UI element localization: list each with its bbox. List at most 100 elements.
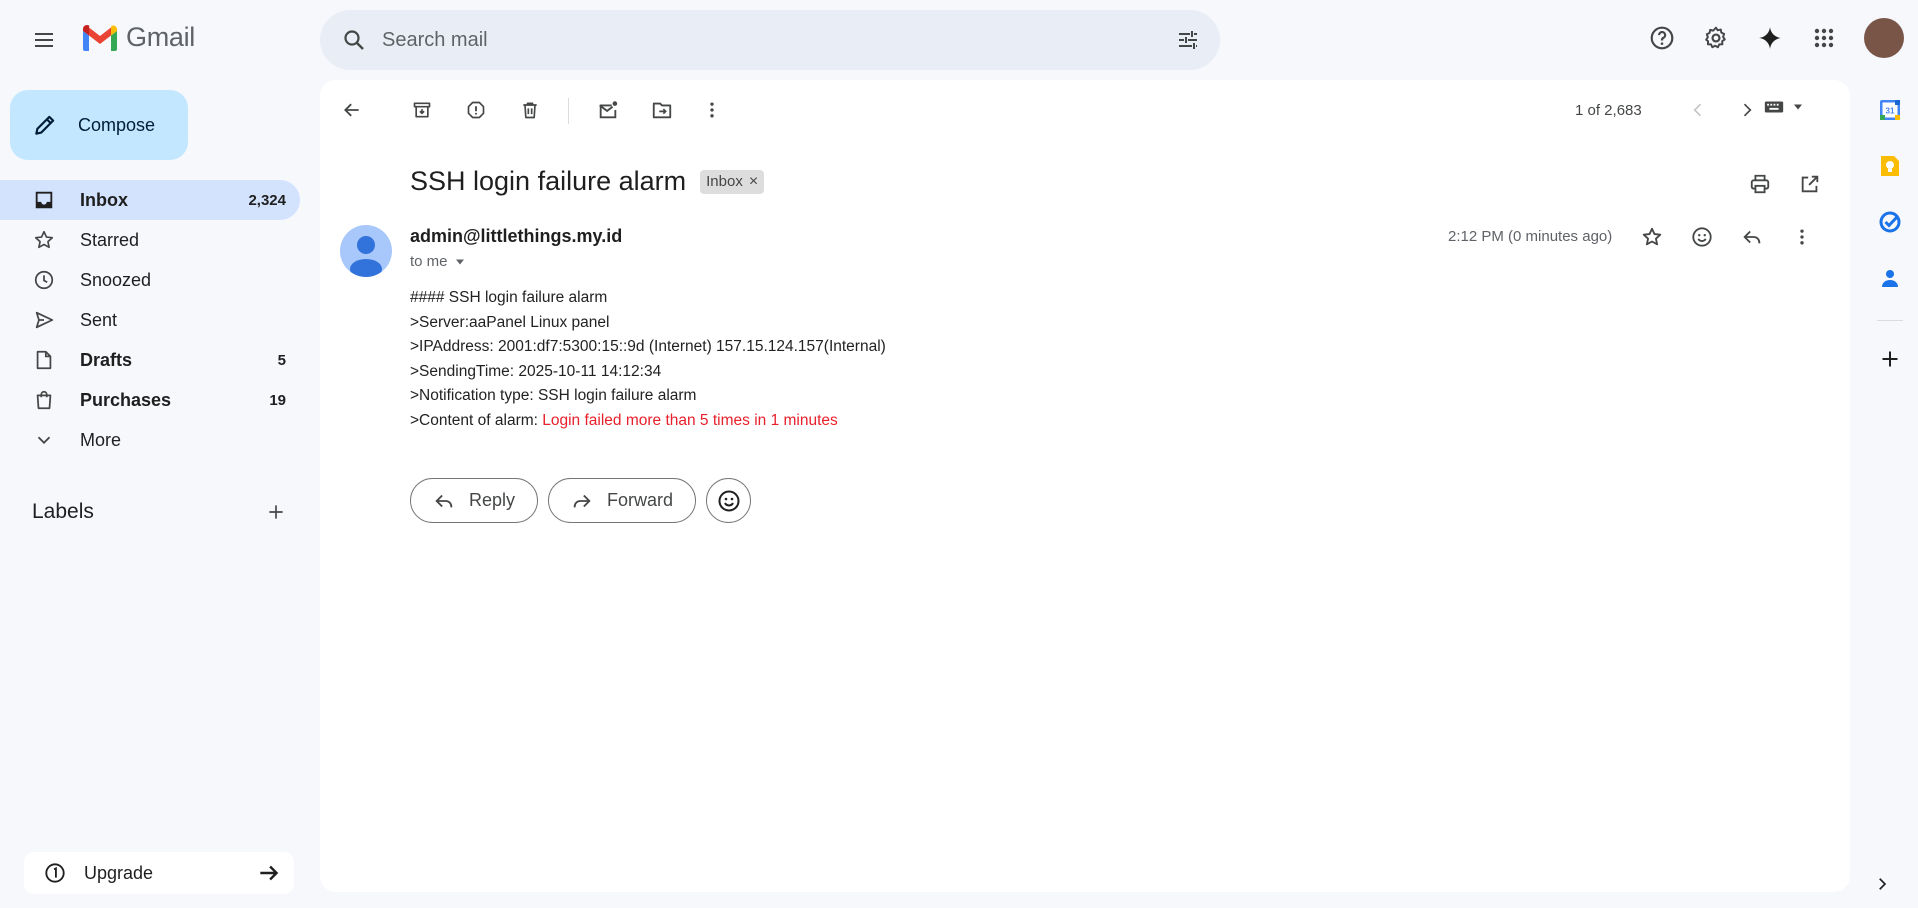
sidebar-item-inbox[interactable]: Inbox 2,324 [0, 180, 300, 220]
send-icon [32, 308, 56, 332]
sidebar-item-sent[interactable]: Sent [0, 300, 300, 340]
star-button[interactable] [1632, 217, 1672, 257]
gemini-button[interactable] [1748, 16, 1792, 60]
remove-label-button[interactable]: × [749, 173, 758, 191]
sidebar-item-more[interactable]: More [0, 420, 300, 460]
archive-button[interactable] [402, 90, 442, 130]
forward-pill-button[interactable]: Forward [548, 478, 697, 523]
plus-icon [269, 505, 283, 519]
pagination-text: 1 of 2,683 [1575, 102, 1642, 119]
calendar-day: 31 [1886, 107, 1895, 116]
sidebar-item-purchases[interactable]: Purchases 19 [0, 380, 300, 420]
recipient-details[interactable]: to me [410, 253, 466, 270]
contacts-icon [1882, 270, 1898, 287]
upgrade-button[interactable]: Upgrade [24, 852, 294, 894]
reply-icon [435, 494, 453, 507]
more-message-options-button[interactable] [1782, 217, 1822, 257]
reaction-pill-button[interactable] [706, 478, 752, 523]
gear-icon [1705, 26, 1726, 49]
sidebar-item-label: Starred [80, 229, 140, 250]
chevron-down-icon [32, 428, 56, 452]
keep-app-button[interactable] [1870, 146, 1910, 186]
forward-label: Forward [607, 490, 674, 510]
clock-icon [32, 268, 56, 292]
gmail-m-icon [83, 24, 117, 51]
body-line: >IPAddress: 2001:df7:5300:15::9d (Intern… [410, 338, 886, 355]
print-all-button[interactable] [1740, 164, 1780, 204]
sender-avatar[interactable] [340, 225, 392, 277]
more-vert-icon [710, 102, 714, 118]
open-new-window-button[interactable] [1790, 164, 1830, 204]
sidebar-item-drafts[interactable]: Drafts 5 [0, 340, 300, 380]
chevron-left-icon [1693, 103, 1702, 117]
emoji-icon [718, 490, 740, 511]
back-button[interactable] [332, 90, 372, 130]
mark-unread-icon [599, 101, 618, 119]
older-button[interactable] [1727, 90, 1767, 130]
arrow-right-icon [260, 865, 279, 881]
tasks-app-button[interactable] [1870, 202, 1910, 242]
reply-icon [1743, 230, 1761, 244]
get-addons-button[interactable] [1870, 339, 1910, 379]
message-pane: 1 of 2,683 SSH login failure alarm Inbox… [320, 80, 1850, 892]
upgrade-info-icon [45, 863, 65, 883]
delete-button[interactable] [510, 90, 550, 130]
pencil-icon [35, 115, 55, 135]
star-icon [1642, 227, 1662, 246]
account-avatar[interactable] [1864, 18, 1904, 58]
help-icon [1650, 26, 1674, 50]
sidebar-item-label: Purchases [80, 389, 172, 410]
gmail-logo[interactable]: Gmail [80, 22, 195, 53]
create-label-button[interactable] [256, 492, 296, 532]
reply-pill-button[interactable]: Reply [410, 478, 539, 523]
message-actions [1632, 217, 1822, 257]
move-to-folder-icon [652, 102, 672, 119]
search-button[interactable] [334, 20, 374, 60]
input-tools-button[interactable] [1762, 96, 1804, 118]
arrow-left-icon [344, 103, 359, 117]
body-line-alarm: >Content of alarm: Login failed more tha… [410, 409, 886, 434]
search-input[interactable] [382, 28, 1168, 52]
contacts-app-button[interactable] [1870, 258, 1910, 298]
sidebar-item-snoozed[interactable]: Snoozed [0, 260, 300, 300]
tasks-icon [1879, 211, 1901, 233]
sender-email[interactable]: admin@littlethings.my.id [410, 226, 622, 247]
apps-button[interactable] [1802, 16, 1846, 60]
sparkle-icon [1759, 27, 1781, 49]
toolbar-divider [568, 98, 569, 124]
shopping-bag-icon [32, 388, 56, 412]
alarm-content-text: Login failed more than 5 times in 1 minu… [542, 411, 838, 429]
sidebar-item-count: 19 [269, 391, 286, 409]
sidebar-item-starred[interactable]: Starred [0, 220, 300, 260]
body-line: >Server:aaPanel Linux panel [410, 313, 610, 331]
report-spam-button[interactable] [456, 90, 496, 130]
labels-title: Labels [32, 500, 94, 523]
mark-unread-button[interactable] [588, 90, 628, 130]
draft-file-icon [32, 348, 56, 372]
tune-icon [1179, 31, 1197, 49]
show-side-panel-button[interactable] [1862, 864, 1902, 904]
apps-grid-icon [1814, 28, 1834, 48]
move-to-button[interactable] [642, 90, 682, 130]
add-reaction-button[interactable] [1682, 217, 1722, 257]
main-menu-button[interactable] [24, 20, 64, 60]
search-icon [344, 30, 364, 50]
search-options-button[interactable] [1168, 20, 1208, 60]
side-panel: 31 [1862, 90, 1918, 395]
calendar-app-button[interactable]: 31 [1870, 90, 1910, 130]
sidebar-item-label: More [80, 429, 122, 450]
compose-button[interactable]: Compose [10, 90, 188, 160]
print-icon [1750, 174, 1770, 194]
reply-button[interactable] [1732, 217, 1772, 257]
more-options-button[interactable] [692, 90, 732, 130]
support-button[interactable] [1640, 16, 1684, 60]
sidebar-item-label: Snoozed [80, 269, 152, 290]
forward-icon [573, 494, 591, 507]
sidebar-item-label: Sent [80, 309, 118, 330]
settings-button[interactable] [1694, 16, 1738, 60]
keyboard-icon [1764, 101, 1784, 113]
more-vert-icon [1800, 229, 1804, 245]
newer-button[interactable] [1678, 90, 1718, 130]
hamburger-icon [35, 33, 53, 47]
inbox-icon [32, 188, 56, 212]
